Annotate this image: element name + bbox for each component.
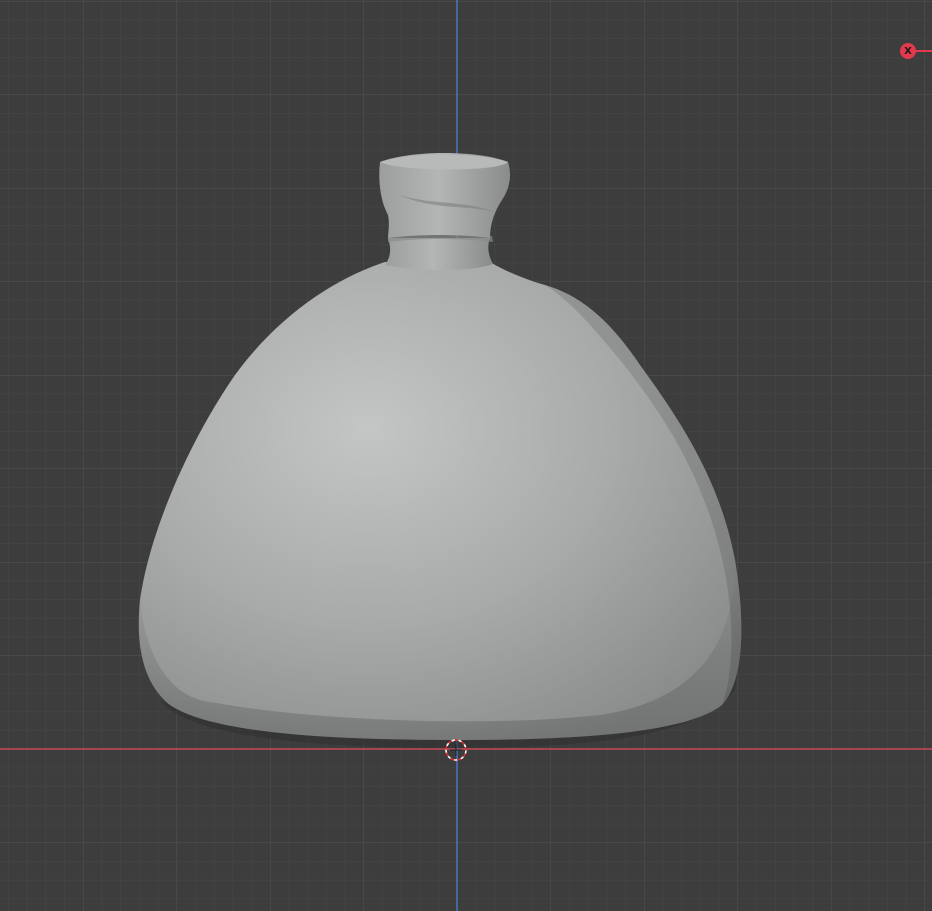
vase-neck[interactable]	[385, 238, 493, 271]
3d-viewport[interactable]: X	[0, 0, 932, 911]
axis-gizmo-x-label: X	[904, 45, 912, 57]
axis-gizmo-x-stub	[916, 50, 932, 52]
viewport-canvas	[0, 0, 932, 911]
axis-gizmo-x-icon[interactable]: X	[900, 43, 916, 59]
